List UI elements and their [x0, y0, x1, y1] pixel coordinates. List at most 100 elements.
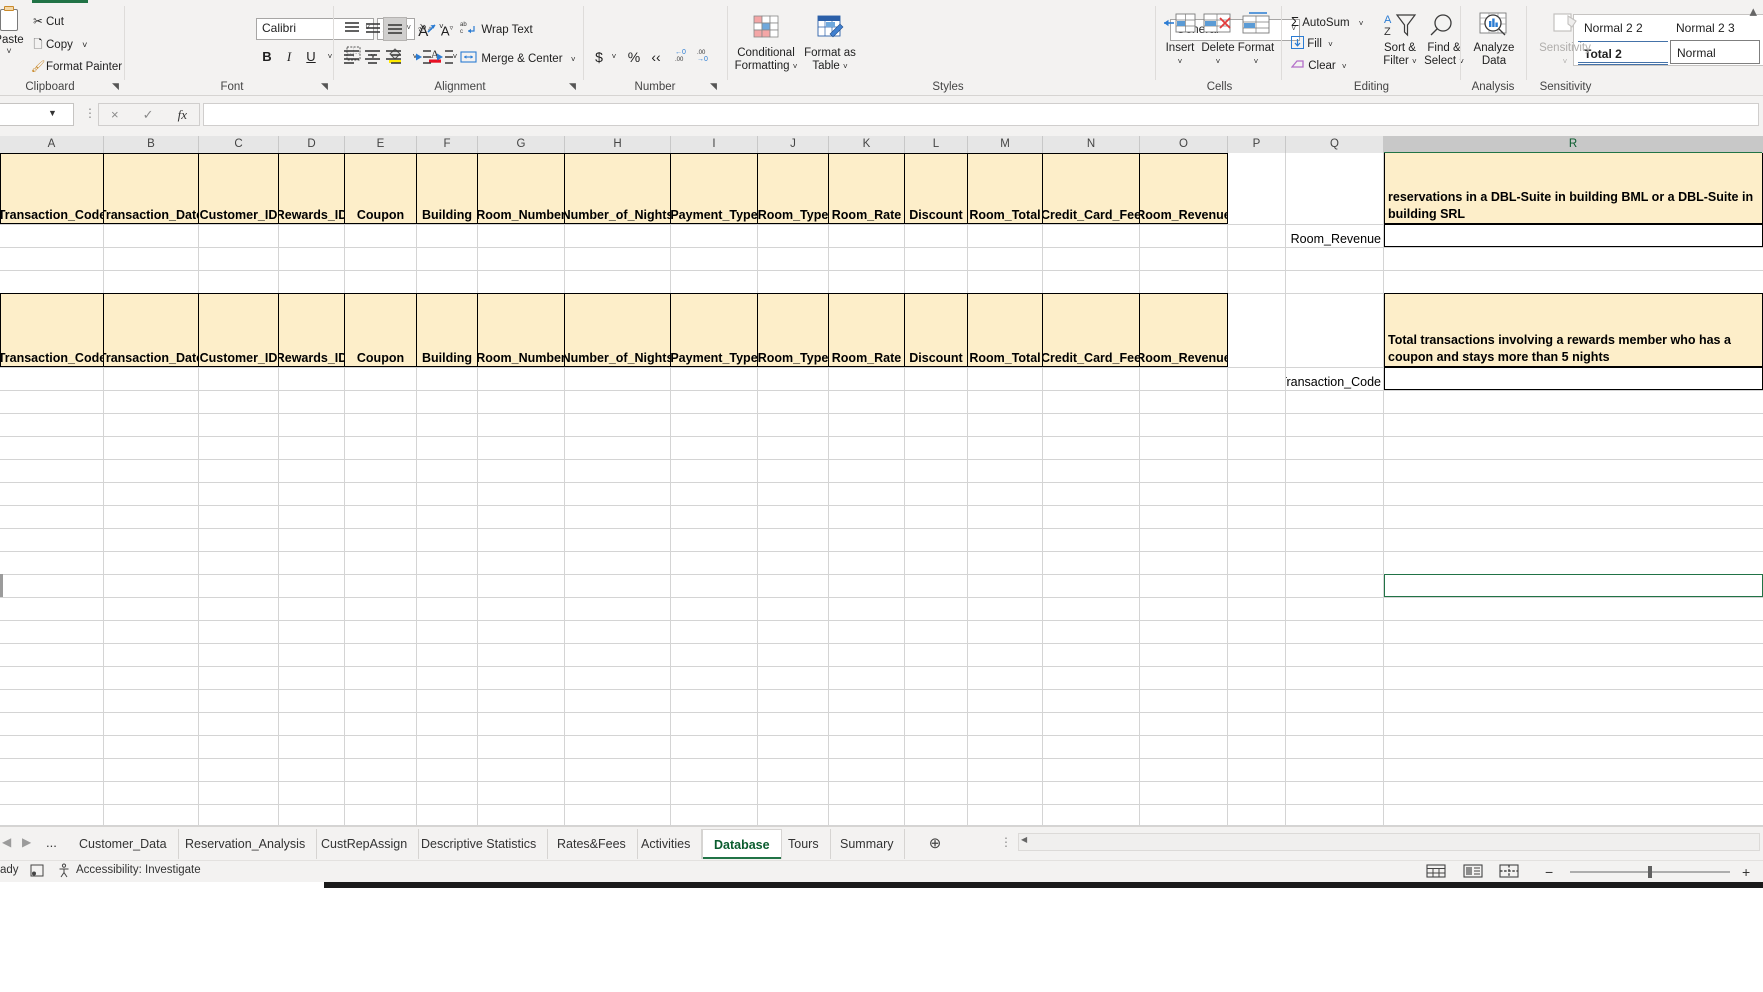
accessibility-icon[interactable]	[57, 863, 71, 881]
question-note-1[interactable]: reservations in a DBL-Suite in building …	[1384, 153, 1763, 224]
accounting-format-button[interactable]: $	[590, 46, 608, 68]
clear-chevron-down-icon[interactable]: ˅	[1342, 62, 1347, 71]
italic-button[interactable]: I	[278, 46, 300, 68]
column-header-P[interactable]: P	[1228, 136, 1286, 153]
column-header-F[interactable]: F	[417, 136, 478, 153]
column-header-O[interactable]: O	[1140, 136, 1228, 153]
zoom-slider-handle[interactable]	[1648, 866, 1652, 878]
autosum-button[interactable]: Σ AutoSum ˅	[1291, 14, 1363, 29]
answer-cell-1[interactable]	[1384, 224, 1763, 247]
orientation-chevron-down-icon[interactable]: ˅	[439, 22, 444, 31]
table-header-cell[interactable]: Room_Type	[757, 153, 829, 224]
column-header-J[interactable]: J	[758, 136, 829, 153]
sensitivity-chevron-down-icon[interactable]: ˅	[1530, 55, 1600, 68]
table-header-cell[interactable]: Transaction_Code	[0, 293, 104, 367]
sheet-tab-customer-data[interactable]: Customer_Data	[68, 829, 179, 859]
conditional-formatting-chevron-down-icon[interactable]: ˅	[793, 62, 798, 71]
column-header-A[interactable]: A	[0, 136, 104, 153]
table-header-cell[interactable]: Payment_Type	[670, 153, 758, 224]
active-cell[interactable]	[1384, 574, 1763, 597]
sheet-tab-summary[interactable]: Summary	[829, 829, 906, 859]
column-header-G[interactable]: G	[478, 136, 565, 153]
format-chevron-down-icon[interactable]: ˅	[1235, 55, 1277, 68]
table-header-cell[interactable]: Building	[416, 153, 478, 224]
column-header-I[interactable]: I	[671, 136, 758, 153]
column-header-B[interactable]: B	[104, 136, 199, 153]
table-header-cell[interactable]: Room_Rate	[828, 153, 905, 224]
column-header-L[interactable]: L	[905, 136, 968, 153]
sheet-tab-rates-fees[interactable]: Rates&Fees	[546, 829, 638, 859]
sheet-overflow-button[interactable]: ...	[46, 835, 57, 850]
zoom-in-button[interactable]: +	[1742, 864, 1750, 880]
normal-view-button[interactable]	[1425, 863, 1449, 881]
number-dialog-launcher[interactable]: ◥	[710, 81, 717, 92]
previous-sheet-icon[interactable]: ◀	[2, 835, 11, 849]
table-header-cell[interactable]: Room_Number	[477, 293, 565, 367]
criteria-label-room-revenue[interactable]: Room_Revenue	[1286, 224, 1383, 247]
sheet-tab-tours[interactable]: Tours	[777, 829, 831, 859]
table-header-cell[interactable]: Room_Number	[477, 153, 565, 224]
sheet-tab-reservation-analysis[interactable]: Reservation_Analysis	[174, 829, 318, 859]
insert-chevron-down-icon[interactable]: ˅	[1159, 55, 1201, 68]
criteria-label-transaction-code[interactable]: Transaction_Code	[1286, 367, 1383, 390]
column-header-K[interactable]: K	[829, 136, 905, 153]
answer-cell-2[interactable]	[1384, 367, 1763, 390]
table-header-cell[interactable]: Customer_ID	[198, 153, 279, 224]
align-middle-button[interactable]	[362, 18, 384, 43]
column-header-R[interactable]: R	[1384, 136, 1763, 154]
increase-decimal-button[interactable]: ←0 .00	[672, 46, 694, 68]
formula-input[interactable]	[203, 103, 1759, 126]
table-header-cell[interactable]: Credit_Card_Fee	[1042, 153, 1140, 224]
recording-macro-icon[interactable]	[30, 863, 45, 881]
column-header-Q[interactable]: Q	[1286, 136, 1384, 153]
fill-button[interactable]: Fill ˅	[1291, 36, 1333, 50]
insert-function-icon[interactable]: fx	[178, 107, 187, 123]
percent-style-button[interactable]: %	[624, 46, 644, 68]
scroll-left-icon[interactable]: ◀	[1021, 835, 1027, 844]
table-header-cell[interactable]: Discount	[904, 153, 968, 224]
accounting-chevron-down-icon[interactable]: ˅	[607, 46, 621, 68]
align-center-button[interactable]	[362, 46, 384, 71]
column-header-M[interactable]: M	[968, 136, 1043, 153]
delete-chevron-down-icon[interactable]: ˅	[1197, 55, 1239, 68]
tab-split-grip[interactable]: ⋮	[1000, 835, 1012, 849]
align-left-button[interactable]	[341, 46, 363, 71]
cut-button[interactable]: ✂ Cut	[30, 14, 64, 28]
table-header-cell[interactable]: Payment_Type	[670, 293, 758, 367]
clear-button[interactable]: Clear ˅	[1290, 58, 1347, 72]
format-painter-button[interactable]: 🖌Format Painter	[30, 59, 122, 73]
table-header-cell[interactable]: Room_Total	[967, 293, 1043, 367]
decrease-indent-button[interactable]	[412, 46, 434, 71]
wrap-text-button[interactable]: ab c Wrap Text	[460, 20, 533, 36]
analyze-data-button[interactable]: Analyze Data	[1466, 12, 1522, 68]
table-header-cell[interactable]: Transaction_Date	[103, 293, 199, 367]
autosum-chevron-down-icon[interactable]: ˅	[1359, 19, 1364, 28]
ribbon-collapse-icon[interactable]: ▴	[1749, 2, 1757, 20]
table-header-cell[interactable]: Room_Total	[967, 153, 1043, 224]
sort-filter-button[interactable]: A Z Sort & Filter ˅	[1375, 12, 1425, 68]
zoom-out-button[interactable]: −	[1545, 864, 1553, 880]
page-layout-view-button[interactable]	[1462, 863, 1486, 881]
column-header-E[interactable]: E	[345, 136, 417, 153]
name-box-chevron-down-icon[interactable]: ▼	[48, 108, 57, 118]
decrease-decimal-button[interactable]: .00 →0	[694, 46, 716, 68]
sort-filter-chevron-down-icon[interactable]: ˅	[1412, 57, 1417, 66]
align-right-button[interactable]	[383, 46, 405, 71]
sheet-tab-database[interactable]: Database	[702, 829, 782, 859]
name-box[interactable]: 19	[0, 103, 74, 126]
merge-center-button[interactable]: Merge & Center ˅	[460, 49, 576, 65]
format-cells-button[interactable]: Format ˅	[1235, 12, 1277, 68]
table-header-cell[interactable]: Room_Revenue	[1139, 293, 1228, 367]
format-as-table-button[interactable]: Format as Table ˅	[802, 14, 858, 73]
bold-button[interactable]: B	[256, 46, 278, 68]
format-as-table-chevron-down-icon[interactable]: ˅	[843, 62, 848, 71]
increase-indent-button[interactable]	[434, 46, 456, 71]
table-header-cell[interactable]: Room_Revenue	[1139, 153, 1228, 224]
table-header-cell[interactable]: Rewards_ID	[278, 153, 345, 224]
copy-button[interactable]: 🗋 Copy ˅	[30, 37, 87, 56]
table-header-cell[interactable]: Room_Rate	[828, 293, 905, 367]
accessibility-status-label[interactable]: Accessibility: Investigate	[76, 864, 201, 876]
table-header-cell[interactable]: Building	[416, 293, 478, 367]
style-normal[interactable]: Normal	[1670, 40, 1760, 64]
column-header-D[interactable]: D	[279, 136, 345, 153]
